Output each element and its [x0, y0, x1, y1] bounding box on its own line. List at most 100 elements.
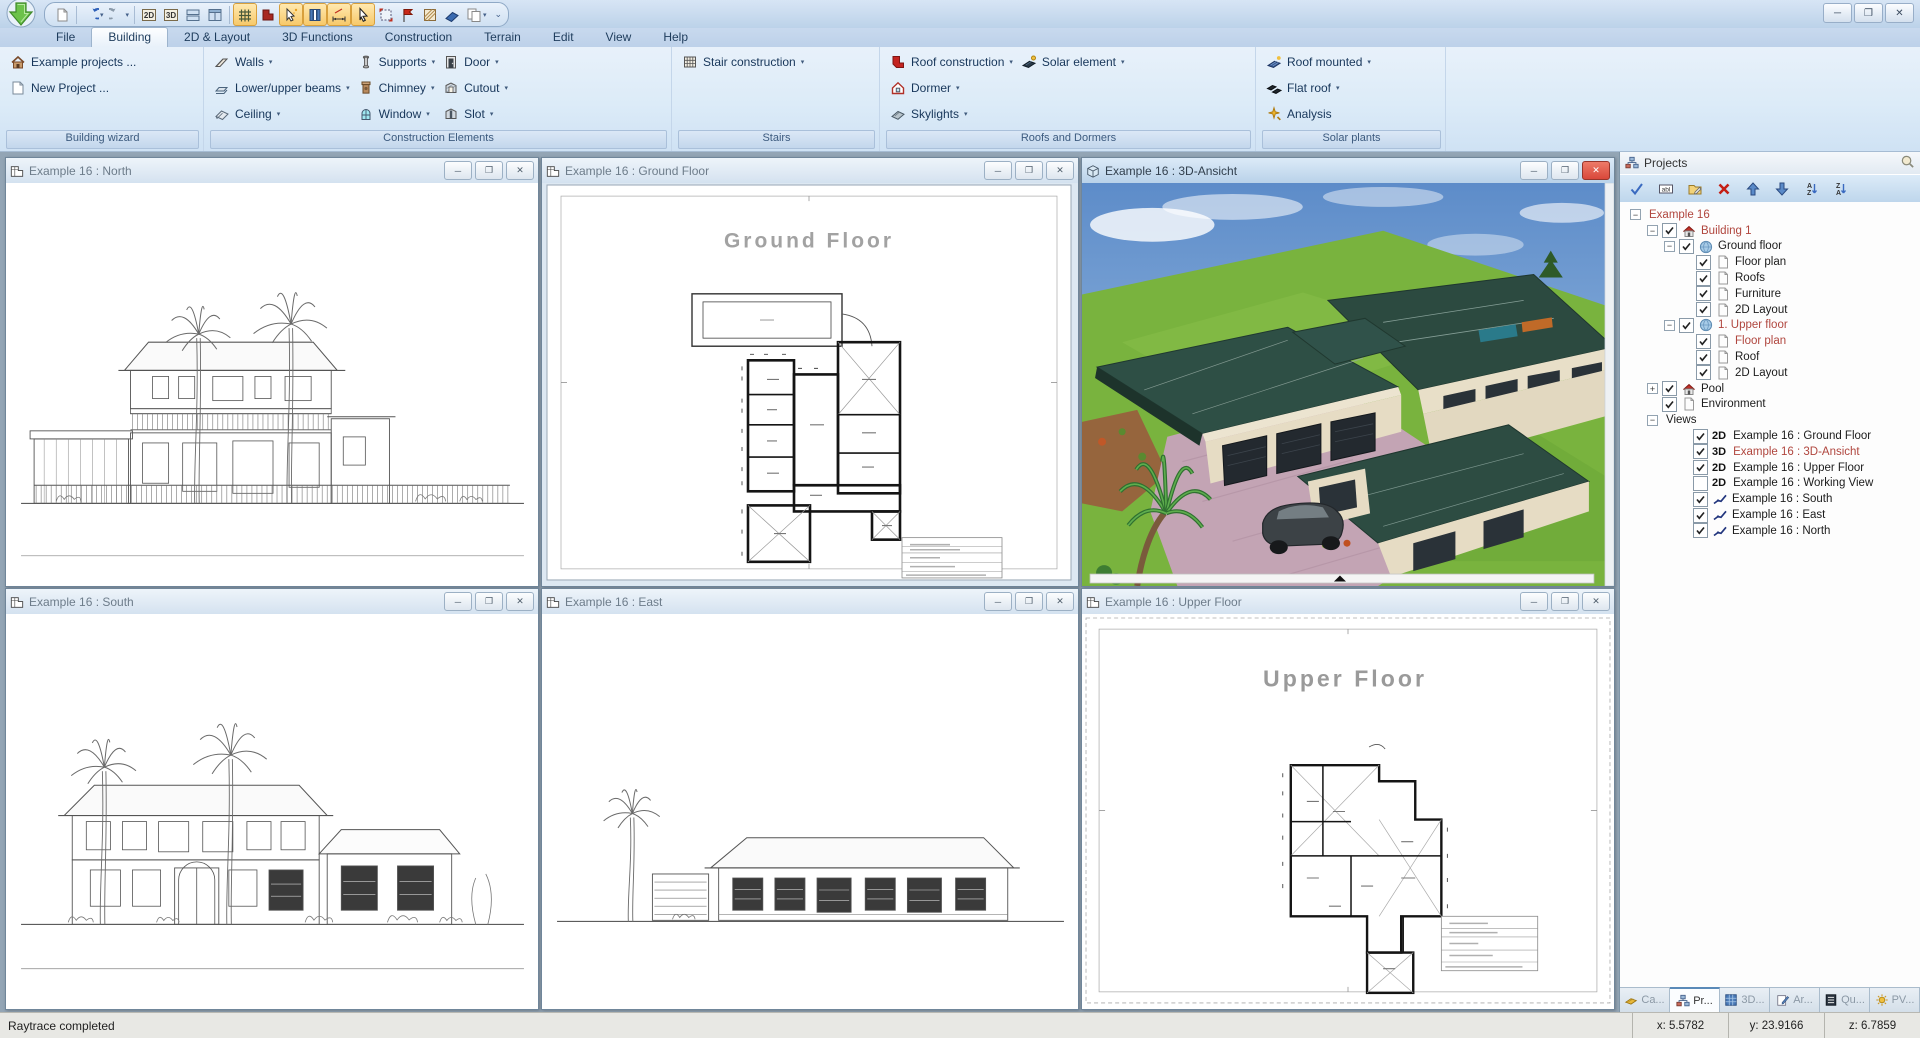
qat-duplicate-button[interactable] — [463, 4, 485, 25]
dropdown-arrow-icon[interactable]: ▾ — [346, 84, 350, 92]
visibility-checkbox[interactable] — [1696, 365, 1711, 380]
dropdown-arrow-icon[interactable]: ▾ — [1336, 84, 1340, 92]
qat-roof-plane-button[interactable] — [441, 4, 463, 25]
tree-item-example-16[interactable]: −Example 16 — [1620, 207, 1920, 223]
tree-item-example-16-north[interactable]: Example 16 : North — [1620, 523, 1920, 539]
tab-2d-layout[interactable]: 2D & Layout — [168, 28, 266, 47]
tree-item-example-16-upper-floor[interactable]: 2DExample 16 : Upper Floor — [1620, 460, 1920, 476]
dropdown-arrow-icon[interactable]: ▾ — [426, 110, 430, 118]
restore-button[interactable]: ❐ — [475, 161, 503, 180]
panel-tab-3d[interactable]: 3D... — [1720, 988, 1770, 1012]
dropdown-arrow-icon[interactable]: ▾ — [490, 110, 494, 118]
panel-tab-ar[interactable]: Ar... — [1770, 988, 1820, 1012]
panel-tab-pr[interactable]: Pr... — [1670, 987, 1720, 1012]
dropdown-arrow-icon[interactable]: ▾ — [964, 110, 968, 118]
tree-item-roofs[interactable]: Roofs — [1620, 270, 1920, 286]
dropdown-arrow-icon[interactable]: ▾ — [1009, 58, 1013, 66]
ribbon-item-roof-construction[interactable]: Roof construction▾ — [886, 49, 1017, 75]
qat-duplicate-dropdown[interactable]: ▾ — [483, 11, 487, 19]
qat-view-3d-button[interactable]: 3D — [160, 4, 182, 25]
visibility-checkbox[interactable] — [1679, 239, 1694, 254]
restore-button[interactable]: ❐ — [1015, 161, 1043, 180]
panel-tab-ca[interactable]: Ca... — [1620, 988, 1670, 1012]
ribbon-item-skylights[interactable]: Skylights▾ — [886, 101, 1017, 127]
visibility-checkbox[interactable] — [1662, 223, 1677, 238]
restore-button[interactable]: ❐ — [1015, 592, 1043, 611]
tree-item-roof[interactable]: Roof — [1620, 349, 1920, 365]
panel-tab-pv[interactable]: PV... — [1870, 988, 1920, 1012]
visibility-checkbox[interactable] — [1696, 302, 1711, 317]
close-button[interactable]: ✕ — [1046, 592, 1074, 611]
tree-item-floor-plan[interactable]: Floor plan — [1620, 254, 1920, 270]
ribbon-item-walls[interactable]: Walls▾ — [210, 49, 354, 75]
ribbon-item-supports[interactable]: Supports▾ — [354, 49, 440, 75]
ribbon-item-analysis[interactable]: Analysis — [1262, 101, 1375, 127]
visibility-checkbox[interactable] — [1696, 255, 1711, 270]
visibility-checkbox[interactable] — [1693, 429, 1708, 444]
qat-grid-snap-button[interactable] — [233, 3, 257, 26]
visibility-checkbox[interactable] — [1693, 508, 1708, 523]
visibility-checkbox[interactable] — [1693, 492, 1708, 507]
collapse-icon[interactable]: − — [1664, 320, 1675, 331]
tree-item-example-16-east[interactable]: Example 16 : East — [1620, 507, 1920, 523]
qat-new-drawing-button[interactable] — [51, 4, 73, 25]
close-button[interactable]: ✕ — [1582, 161, 1610, 180]
qat-flag-button[interactable] — [397, 4, 419, 25]
ribbon-item-cutout[interactable]: Cutout▾ — [439, 75, 512, 101]
tree-item-pool[interactable]: +Pool — [1620, 381, 1920, 397]
ribbon-item-slot[interactable]: Slot▾ — [439, 101, 512, 127]
qat-view-2d-button[interactable]: 2D — [138, 4, 160, 25]
tree-item-example-16-working-view[interactable]: 2DExample 16 : Working View — [1620, 476, 1920, 492]
ribbon-item-ceiling[interactable]: Ceiling▾ — [210, 101, 354, 127]
ribbon-item-flat-roof[interactable]: Flat roof▾ — [1262, 75, 1375, 101]
close-button[interactable]: ✕ — [1582, 592, 1610, 611]
visibility-checkbox[interactable] — [1662, 381, 1677, 396]
tree-item-floor-plan[interactable]: Floor plan — [1620, 333, 1920, 349]
dropdown-arrow-icon[interactable]: ▾ — [277, 110, 281, 118]
tab-terrain[interactable]: Terrain — [468, 28, 537, 47]
dropdown-arrow-icon[interactable]: ▾ — [1121, 58, 1125, 66]
close-button[interactable]: ✕ — [506, 592, 534, 611]
tree-item-views[interactable]: −Views — [1620, 412, 1920, 428]
sort-desc-button[interactable]: ZA — [1829, 178, 1851, 200]
qat-hatch-button[interactable] — [419, 4, 441, 25]
dropdown-arrow-icon[interactable]: ▾ — [269, 58, 273, 66]
tree-item-example-16-ground-floor[interactable]: 2DExample 16 : Ground Floor — [1620, 428, 1920, 444]
dropdown-arrow-icon[interactable]: ▾ — [1367, 58, 1371, 66]
window-title-bar[interactable]: Example 16 : Ground Floor─❐✕ — [542, 158, 1078, 184]
tab-construction[interactable]: Construction — [369, 28, 468, 47]
qat-overflow-button[interactable]: ⌄ — [495, 9, 503, 20]
dropdown-arrow-icon[interactable]: ▾ — [801, 58, 805, 66]
visibility-checkbox[interactable] — [1693, 444, 1708, 459]
dropdown-arrow-icon[interactable]: ▾ — [504, 84, 508, 92]
tab-building[interactable]: Building — [91, 27, 168, 47]
tree-item-1-upper-floor[interactable]: −1. Upper floor — [1620, 318, 1920, 334]
visibility-checkbox[interactable] — [1662, 397, 1677, 412]
visibility-checkbox[interactable] — [1696, 334, 1711, 349]
tab-view[interactable]: View — [590, 28, 648, 47]
qat-dimensions-button[interactable] — [327, 3, 351, 26]
ribbon-item-window[interactable]: Window▾ — [354, 101, 440, 127]
elevation-east-viewport[interactable] — [542, 614, 1078, 1009]
qat-pointer-button[interactable] — [351, 3, 375, 26]
qat-wall-layers-button[interactable] — [303, 3, 327, 26]
visibility-checkbox[interactable] — [1693, 460, 1708, 475]
rename-button[interactable]: abl — [1655, 178, 1677, 200]
visibility-checkbox[interactable] — [1679, 318, 1694, 333]
qat-redo-dropdown[interactable]: ▾ — [126, 11, 130, 19]
properties-button[interactable] — [1684, 178, 1706, 200]
plan-ground-viewport[interactable]: Ground Floor — [542, 183, 1078, 586]
tab-file[interactable]: File — [40, 28, 91, 47]
expand-icon[interactable]: + — [1647, 383, 1658, 394]
panel-search-icon[interactable] — [1900, 154, 1915, 172]
tab-help[interactable]: Help — [647, 28, 704, 47]
restore-button[interactable]: ❐ — [1551, 161, 1579, 180]
move-down-button[interactable] — [1771, 178, 1793, 200]
panel-tab-qu[interactable]: Qu... — [1820, 988, 1870, 1012]
qat-split-horizontal-button[interactable] — [182, 4, 204, 25]
tree-item-ground-floor[interactable]: −Ground floor — [1620, 239, 1920, 255]
visibility-checkbox[interactable] — [1696, 350, 1711, 365]
dropdown-arrow-icon[interactable]: ▾ — [495, 58, 499, 66]
tree-item-environment[interactable]: Environment — [1620, 397, 1920, 413]
tree-item-2d-layout[interactable]: 2D Layout — [1620, 302, 1920, 318]
